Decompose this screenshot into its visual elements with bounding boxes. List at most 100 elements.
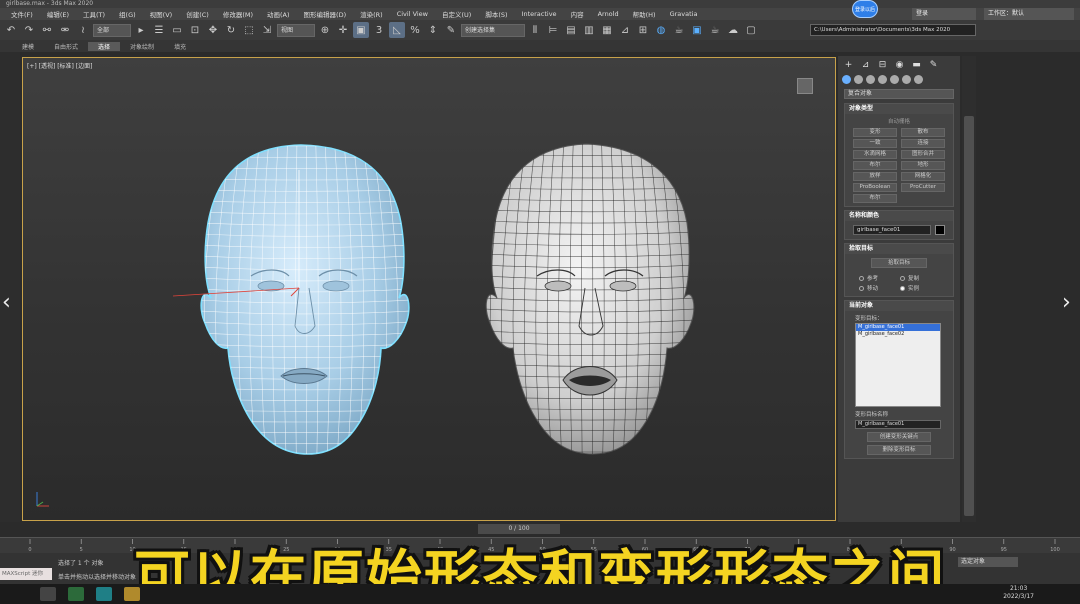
next-arrow-icon[interactable]: › (1062, 290, 1071, 315)
object-type-button[interactable]: 散布 (901, 128, 945, 137)
scale-icon[interactable]: ⬚ (241, 22, 257, 38)
project-path-field[interactable]: C:\Users\Administrator\Documents\3ds Max… (810, 24, 976, 36)
menu-item[interactable]: 渲染(R) (353, 9, 390, 19)
object-type-button[interactable]: 布尔 (853, 161, 897, 170)
render-icon[interactable]: ☕ (707, 22, 723, 38)
material-editor-icon[interactable]: ◍ (653, 22, 669, 38)
ribbon-tab[interactable]: 选择 (88, 41, 121, 51)
unlink-icon[interactable]: ⚮ (57, 22, 73, 38)
menu-item[interactable]: 图形编辑器(D) (297, 9, 354, 19)
link-icon[interactable]: ⚯ (39, 22, 55, 38)
morph-target-item[interactable]: M_girlbase_face01 (856, 324, 940, 331)
systems-icon[interactable] (914, 75, 923, 84)
hierarchy-tab-icon[interactable]: ⊟ (876, 60, 889, 70)
pick-mode-radio[interactable]: 参考 (859, 274, 898, 282)
object-color-swatch[interactable] (935, 225, 945, 235)
morph-target-item[interactable]: M_girlbase_face02 (856, 331, 940, 338)
bind-spacewarp-icon[interactable]: ≀ (75, 22, 91, 38)
render-cloud-icon[interactable]: ☁ (725, 22, 741, 38)
menu-item[interactable]: 修改器(M) (216, 9, 260, 19)
redo-icon[interactable]: ↷ (21, 22, 37, 38)
menu-item[interactable]: 工具(T) (76, 9, 112, 19)
menu-item[interactable]: 编辑(E) (40, 9, 76, 19)
display-tab-icon[interactable]: ▬ (910, 60, 923, 70)
object-type-button[interactable]: 水滴网格 (853, 150, 897, 159)
create-tab-icon[interactable]: + (842, 60, 855, 70)
percent-snap-icon[interactable]: % (407, 22, 423, 38)
shapes-icon[interactable] (854, 75, 863, 84)
curve-editor-icon[interactable]: ⊿ (617, 22, 633, 38)
menu-item[interactable]: 创建(C) (179, 9, 216, 19)
snap-3d-icon[interactable]: 3 (371, 22, 387, 38)
helpers-icon[interactable] (890, 75, 899, 84)
ribbon-toggle-icon[interactable]: ▦ (599, 22, 615, 38)
file-explorer-icon[interactable] (124, 587, 140, 601)
create-morph-key-button[interactable]: 创建变形关键点 (867, 432, 931, 442)
rect-selection-icon[interactable]: ▭ (169, 22, 185, 38)
menu-item[interactable]: 组(G) (112, 9, 143, 19)
delete-morph-target-button[interactable]: 删除变形目标 (867, 445, 931, 455)
align-icon[interactable]: ⊨ (545, 22, 561, 38)
menu-item[interactable]: 脚本(S) (478, 9, 514, 19)
manipulate-icon[interactable]: ✛ (335, 22, 351, 38)
menu-item[interactable]: 自定义(U) (435, 9, 478, 19)
previous-arrow-icon[interactable]: ‹ (2, 290, 11, 315)
search-icon[interactable] (40, 587, 56, 601)
keyboard-shortcut-icon[interactable]: ▣ (353, 22, 369, 38)
ribbon-tab[interactable]: 填充 (164, 42, 196, 51)
object-type-button[interactable]: 变形 (853, 128, 897, 137)
autogrid-checkbox[interactable]: 自动栅格 (845, 114, 953, 125)
ribbon-tab[interactable]: 自由形式 (44, 42, 88, 51)
select-by-name-icon[interactable]: ☰ (151, 22, 167, 38)
spacewarps-icon[interactable] (902, 75, 911, 84)
pick-target-button[interactable]: 拾取目标 (871, 258, 927, 268)
menu-item[interactable]: 帮助(H) (626, 9, 663, 19)
move-icon[interactable]: ✥ (205, 22, 221, 38)
morph-targets-list[interactable]: M_girlbase_face01 M_girlbase_face02 (855, 323, 941, 407)
object-type-button[interactable]: 连接 (901, 139, 945, 148)
workspace-dropdown[interactable]: 工作区：默认 (984, 8, 1074, 20)
mirror-icon[interactable]: ⫴ (527, 22, 543, 38)
angle-snap-icon[interactable]: ◺ (389, 22, 405, 38)
utilities-tab-icon[interactable]: ✎ (927, 60, 940, 70)
object-type-button[interactable]: 网格化 (901, 172, 945, 181)
a360-icon[interactable]: ▢ (743, 22, 759, 38)
cameras-icon[interactable] (878, 75, 887, 84)
menu-item[interactable]: 视图(V) (143, 9, 180, 19)
reference-coord-dropdown[interactable]: 视图 (277, 23, 315, 37)
schematic-icon[interactable]: ⊞ (635, 22, 651, 38)
render-frame-icon[interactable]: ▣ (689, 22, 705, 38)
window-crossing-icon[interactable]: ⊡ (187, 22, 203, 38)
login-button[interactable]: 登录以后 (852, 0, 878, 18)
rotate-icon[interactable]: ↻ (223, 22, 239, 38)
pivot-icon[interactable]: ⊕ (317, 22, 333, 38)
pick-mode-radio[interactable]: 复制 (900, 274, 939, 282)
rollout-title[interactable]: 拾取目标 (845, 244, 953, 254)
rollout-title[interactable]: 对象类型 (845, 104, 953, 114)
morph-target-name-field[interactable]: M_girlbase_face01 (855, 420, 941, 429)
command-panel-scrollbar[interactable] (964, 116, 974, 516)
object-type-button[interactable]: 放样 (853, 172, 897, 181)
scene-explorer-icon[interactable]: ▥ (581, 22, 597, 38)
selection-filter-dropdown[interactable]: 全部 (93, 23, 131, 37)
rollout-title[interactable]: 名称和颜色 (845, 211, 953, 221)
menu-item[interactable]: 内容 (564, 9, 591, 19)
user-dropdown[interactable]: 登录 (912, 8, 976, 20)
geometry-icon[interactable] (842, 75, 851, 84)
head-mesh-target[interactable] (485, 143, 695, 455)
lights-icon[interactable] (866, 75, 875, 84)
object-type-button[interactable]: 图形合并 (901, 150, 945, 159)
layer-icon[interactable]: ▤ (563, 22, 579, 38)
modify-tab-icon[interactable]: ⊿ (859, 60, 872, 70)
pick-mode-radio[interactable]: 实例 (900, 284, 939, 292)
named-selection-icon[interactable]: ✎ (443, 22, 459, 38)
object-type-button[interactable]: ProCutter (901, 183, 945, 192)
ribbon-tab[interactable]: 建模 (12, 42, 44, 51)
ribbon-tab[interactable]: 对象绘制 (120, 42, 164, 51)
object-name-field[interactable]: girlbase_face01 (853, 225, 931, 235)
menu-item[interactable]: Arnold (591, 10, 626, 18)
named-selection-dropdown[interactable]: 创建选择集 (461, 23, 525, 37)
placement-icon[interactable]: ⇲ (259, 22, 275, 38)
menu-item[interactable]: 动画(A) (260, 9, 297, 19)
object-type-button[interactable]: ProBoolean (853, 183, 897, 192)
